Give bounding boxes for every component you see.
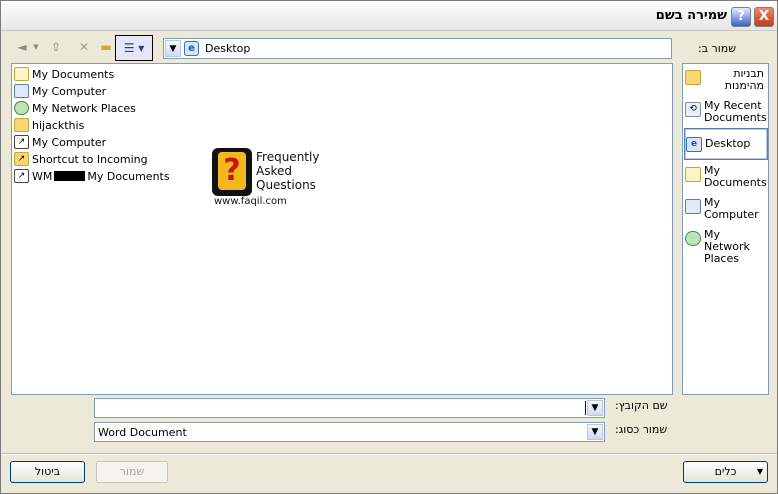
filetype-select[interactable]: Word Document ▼ (94, 422, 605, 442)
watermark-url: www.faqil.com (214, 196, 287, 207)
folder-icon (14, 118, 29, 132)
up-folder-icon[interactable]: ⇧ (47, 38, 65, 56)
place-recent-documents[interactable]: ⟲ My Recent Documents (685, 100, 767, 124)
list-item-label: Shortcut to Incoming (32, 152, 148, 166)
save-in-label: שמור ב: (698, 42, 737, 55)
faq-logo-icon: ? (212, 148, 252, 196)
place-templates[interactable]: תבניות מהימנות (685, 68, 767, 92)
my-computer-icon (685, 199, 701, 214)
dialog-title: שמירה בשם (655, 8, 727, 23)
list-item-label-prefix: WM (32, 169, 53, 183)
my-computer-shortcut-icon: ↗ (14, 135, 29, 149)
filename-field[interactable]: ▼ (94, 398, 605, 418)
save-as-dialog: שמירה בשם ? X ◄ ▼ ⇧ ✕ ▬ ☰ ▾ ▼ e Desktop … (0, 0, 778, 494)
chevron-down-icon[interactable]: ▼ (587, 400, 603, 416)
delete-icon[interactable]: ✕ (75, 38, 93, 56)
back-dropdown-icon[interactable]: ▼ (31, 38, 41, 56)
faq-watermark: ? Frequently Asked Questions www.faqil.c… (212, 148, 322, 208)
desktop-icon: e (686, 136, 702, 152)
list-item-label-suffix: My Documents (87, 169, 170, 183)
place-label: Desktop (705, 137, 751, 150)
tools-button[interactable]: כלים ▼ (683, 461, 768, 483)
documents-shortcut-icon: ↗ (14, 169, 29, 183)
chevron-down-icon[interactable]: ▼ (165, 40, 181, 57)
place-network-places[interactable]: My Network Places (685, 229, 767, 265)
list-item[interactable]: My Network Places (14, 100, 136, 116)
my-computer-icon (14, 84, 29, 98)
places-bar: תבניות מהימנות ⟲ My Recent Documents e D… (682, 63, 769, 395)
list-item-label: My Computer (32, 84, 107, 98)
list-item[interactable]: My Documents (14, 66, 114, 82)
place-label: My Computer (704, 196, 759, 221)
toolbar: ◄ ▼ ⇧ ✕ ▬ ☰ ▾ (11, 35, 161, 61)
save-in-value: Desktop (205, 42, 251, 55)
chevron-down-icon[interactable]: ▼ (587, 424, 603, 440)
my-documents-icon (14, 67, 29, 81)
list-item[interactable]: hijackthis (14, 117, 84, 133)
divider (1, 453, 777, 455)
watermark-line: Frequently (256, 150, 320, 164)
question-mark-icon: ? (218, 152, 246, 190)
cancel-button[interactable]: ביטול (10, 461, 85, 483)
watermark-line: Asked (256, 164, 292, 178)
place-label: My Network Places (704, 228, 750, 265)
redaction-bar (54, 171, 86, 181)
network-places-icon (14, 101, 29, 115)
filename-label: שם הקובץ: (615, 399, 668, 412)
save-in-combo[interactable]: ▼ e Desktop (163, 38, 672, 59)
filetype-label: שמור כסוג: (615, 423, 668, 436)
list-item[interactable]: My Computer (14, 83, 106, 99)
title-bar: שמירה בשם ? X (1, 1, 777, 31)
list-item-label: My Documents (32, 67, 115, 81)
dropdown-arrow-icon: ▼ (756, 467, 763, 476)
help-button[interactable]: ? (731, 7, 751, 27)
tools-button-label: כלים (714, 465, 737, 478)
filetype-value: Word Document (98, 426, 187, 439)
close-button[interactable]: X (754, 7, 774, 27)
list-item-label: My Computer (32, 135, 107, 149)
save-button[interactable]: שמור (96, 461, 168, 483)
desktop-icon: e (184, 41, 199, 56)
place-label: My Documents (704, 164, 767, 189)
place-my-computer[interactable]: My Computer (685, 197, 767, 221)
list-item-label: hijackthis (32, 118, 85, 132)
place-my-documents[interactable]: My Documents (685, 165, 767, 189)
my-documents-icon (685, 167, 701, 182)
recent-documents-icon: ⟲ (685, 102, 701, 117)
network-places-icon (685, 231, 701, 246)
list-item[interactable]: ↗ My Computer (14, 134, 106, 150)
list-item[interactable]: ↗ Shortcut to Incoming (14, 151, 148, 167)
back-icon[interactable]: ◄ (13, 38, 31, 56)
new-folder-icon[interactable]: ▬ (97, 38, 115, 56)
list-item-label: My Network Places (32, 101, 136, 115)
folder-shortcut-icon: ↗ (14, 152, 29, 166)
watermark-line: Questions (256, 178, 316, 192)
templates-folder-icon (685, 70, 701, 85)
place-label: תבניות מהימנות (724, 67, 764, 92)
list-item[interactable]: ↗ WM My Documents (14, 168, 170, 184)
place-desktop[interactable]: e Desktop (684, 128, 768, 160)
text-caret (585, 401, 586, 415)
place-label: My Recent Documents (704, 99, 767, 124)
file-list[interactable]: My Documents My Computer My Network Plac… (11, 63, 673, 395)
views-menu-icon[interactable]: ☰ ▾ (115, 35, 153, 61)
